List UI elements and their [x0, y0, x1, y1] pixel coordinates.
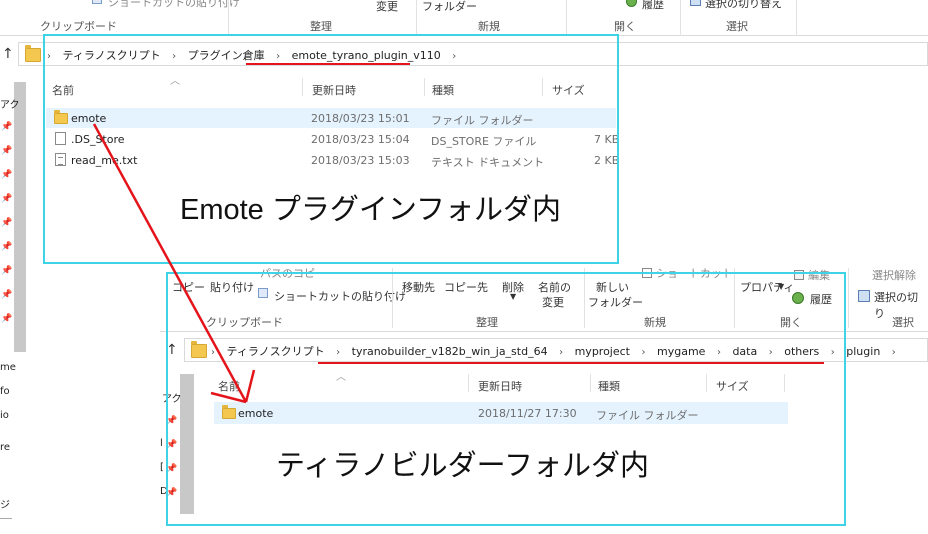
arrow-head-right — [244, 369, 256, 403]
arrow-line — [92, 123, 248, 403]
copy-arrow — [92, 123, 256, 404]
